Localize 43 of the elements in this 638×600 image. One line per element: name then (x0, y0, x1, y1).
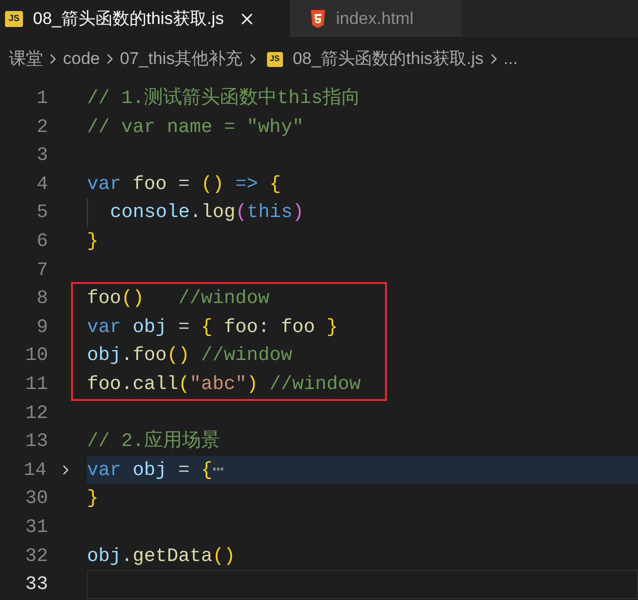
line-number: 32 (24, 544, 48, 569)
code-line: // var name = "why" (87, 114, 304, 140)
tab-label: 08_箭头函数的this获取.js (33, 8, 224, 30)
line-number: 4 (36, 172, 48, 197)
code-line: } (87, 229, 98, 254)
js-file-icon: JS (5, 10, 23, 26)
editor-tab[interactable]: index.html (290, 0, 462, 37)
line-number: 2 (36, 114, 48, 140)
editor-tab[interactable]: JS 08_箭头函数的this获取.js (0, 0, 290, 37)
line-number: 8 (36, 286, 48, 312)
line-number: 30 (24, 486, 48, 512)
line-number: 10 (24, 343, 48, 368)
line-number: 11 (24, 372, 48, 397)
tab-label: index.html (336, 8, 414, 30)
breadcrumb-item[interactable]: ... (504, 46, 518, 72)
breadcrumb-item[interactable]: 课堂 (9, 46, 43, 72)
html-file-icon (310, 10, 326, 28)
line-number: 9 (36, 314, 48, 340)
line-number: 1 (36, 86, 48, 112)
line-number: 5 (36, 200, 48, 226)
line-number: 13 (24, 429, 48, 454)
code-line: } (87, 486, 98, 512)
breadcrumb-item[interactable]: code (63, 46, 100, 72)
line-number: 31 (24, 514, 48, 540)
code-line: // 1.测试箭头函数中this指向 (87, 86, 361, 112)
line-number: 12 (24, 400, 48, 426)
code-line: // 2.应用场景 (87, 429, 220, 454)
code-line: var obj = { foo: foo } (87, 314, 338, 340)
code-line: foo.call("abc") //window (87, 372, 361, 397)
code-line: obj.getData() (87, 544, 236, 569)
breadcrumb-item[interactable]: 08_箭头函数的this获取.js (292, 46, 484, 72)
breadcrumb-item[interactable]: 07_this其他补充 (120, 46, 243, 72)
code-line: obj.foo() //window (87, 343, 292, 368)
line-number: 14 (22, 458, 46, 483)
code-line: var foo = () => { (87, 172, 281, 197)
line-number: 33 (24, 572, 48, 598)
js-file-icon: JS (266, 52, 283, 66)
line-number: 3 (36, 143, 48, 168)
code-line: var obj = {⋯ (87, 458, 224, 483)
code-line: console.log(this) (110, 200, 304, 226)
line-number: 7 (36, 258, 48, 283)
code-line: foo() //window (87, 286, 270, 312)
line-number: 6 (36, 229, 48, 254)
